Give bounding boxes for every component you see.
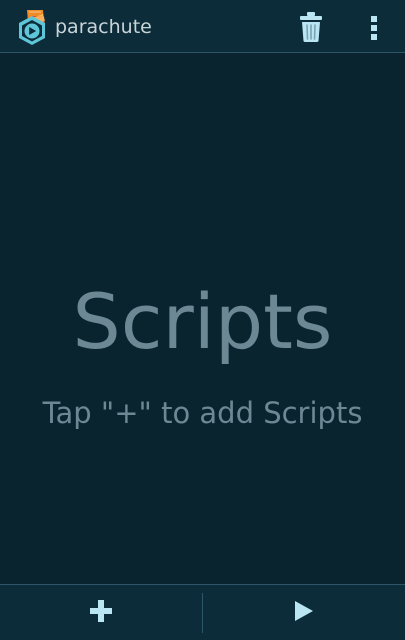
action-bar: parachute	[0, 0, 405, 53]
empty-state-hint: Tap "+" to add Scripts	[42, 396, 363, 430]
add-script-button[interactable]	[0, 585, 202, 640]
bottom-action-bar	[0, 584, 405, 640]
empty-state-title: Scripts	[72, 277, 333, 366]
run-button[interactable]	[203, 585, 405, 640]
plus-icon	[90, 599, 112, 626]
trash-icon[interactable]	[296, 10, 326, 44]
app-title: parachute	[55, 16, 152, 38]
app-screen: parachute Scripts Tap "+" to add Scripts	[0, 0, 405, 640]
parachute-logo-icon[interactable]	[15, 8, 49, 46]
overflow-menu-icon[interactable]	[362, 10, 386, 44]
play-icon	[294, 600, 314, 626]
